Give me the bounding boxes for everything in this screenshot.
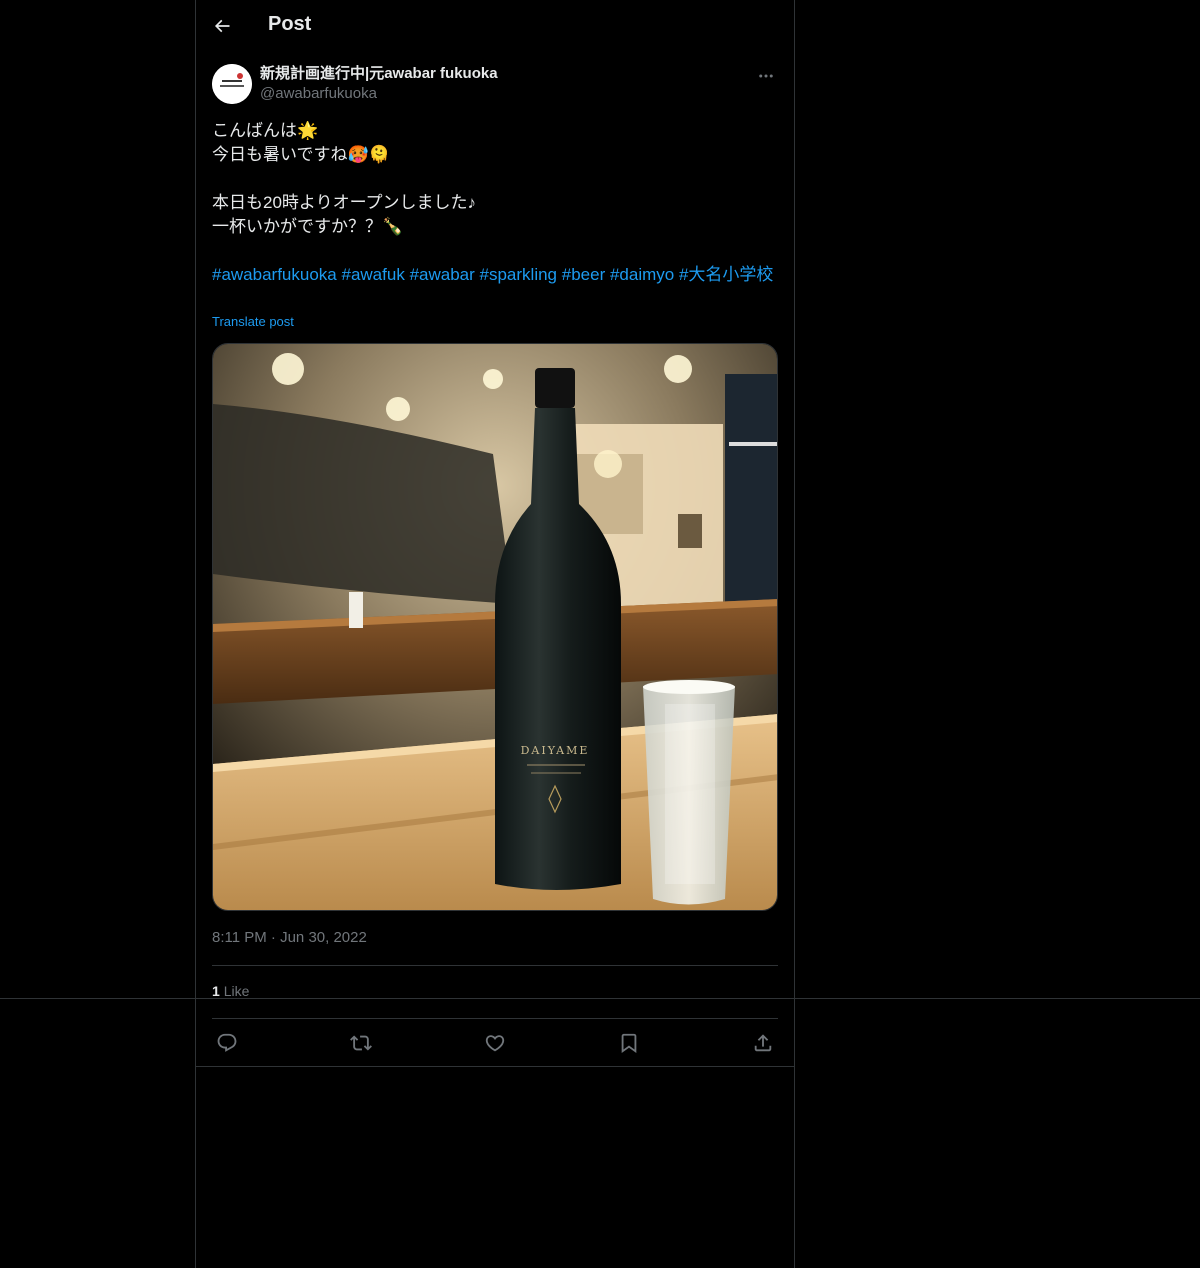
hashtag-link[interactable]: #大名小学校 <box>679 265 773 284</box>
avatar[interactable] <box>212 64 252 104</box>
hashtag-link[interactable]: #awafuk <box>342 265 405 284</box>
post-timestamp: 8:11 PM · Jun 30, 2022 <box>212 929 367 946</box>
repost-button[interactable] <box>346 1028 376 1058</box>
ellipsis-icon <box>759 74 773 78</box>
author-names: 新規計画進行中|元awabar fukuoka @awabarfukuoka <box>260 64 498 104</box>
reply-button[interactable] <box>212 1028 242 1058</box>
hashtag-link[interactable]: #daimyo <box>610 265 674 284</box>
bookmark-icon <box>621 1033 637 1054</box>
divider <box>212 965 778 966</box>
repost-icon <box>350 1035 372 1051</box>
share-icon <box>754 1034 772 1052</box>
hashtag-link[interactable]: #beer <box>562 265 605 284</box>
author-handle[interactable]: @awabarfukuoka <box>260 84 498 104</box>
likes-count[interactable]: 1 Like <box>212 983 249 999</box>
post-hashtags: #awabarfukuoka #awafuk #awabar #sparklin… <box>212 263 782 287</box>
post-author: 新規計画進行中|元awabar fukuoka @awabarfukuoka <box>212 64 778 108</box>
likes-label: Like <box>223 983 250 999</box>
bookmark-button[interactable] <box>614 1028 644 1058</box>
likes-number: 1 <box>212 983 220 999</box>
author-display-name[interactable]: 新規計画進行中|元awabar fukuoka <box>260 64 498 84</box>
post-time[interactable]: 8:11 PM <box>212 929 267 946</box>
hashtag-link[interactable]: #sparkling <box>480 265 558 284</box>
hashtag-link[interactable]: #awabar <box>410 265 475 284</box>
main-column: Post 新規計画進行中|元awabar fukuoka @awabarfuku… <box>195 0 795 1268</box>
post-photo[interactable]: DAIYAME <box>212 343 778 911</box>
hashtag-link[interactable]: #awabarfukuoka <box>212 265 337 284</box>
bottle-label-text: DAIYAME <box>521 744 590 757</box>
divider <box>212 1018 778 1019</box>
back-button[interactable] <box>204 8 240 44</box>
divider <box>196 1066 794 1067</box>
post-date[interactable]: Jun 30, 2022 <box>280 929 367 946</box>
post-text: こんばんは🌟 今日も暑いですね🥵🫠 本日も20時よりオープンしました♪ 一杯いか… <box>212 121 477 236</box>
share-button[interactable] <box>748 1028 778 1058</box>
post-actions-bar <box>212 1028 778 1058</box>
heart-icon <box>485 1035 505 1052</box>
page-title: Post <box>268 13 312 35</box>
bar-photo-image: DAIYAME <box>213 344 777 910</box>
more-options-button[interactable] <box>754 64 778 88</box>
arrow-left-icon <box>214 19 230 33</box>
translate-post-link[interactable]: Translate post <box>212 314 294 329</box>
avatar-logo-icon <box>212 64 252 104</box>
timestamp-separator: · <box>270 929 281 946</box>
page-header: Post <box>196 0 794 53</box>
reply-icon <box>217 1033 237 1052</box>
like-button[interactable] <box>480 1028 510 1058</box>
